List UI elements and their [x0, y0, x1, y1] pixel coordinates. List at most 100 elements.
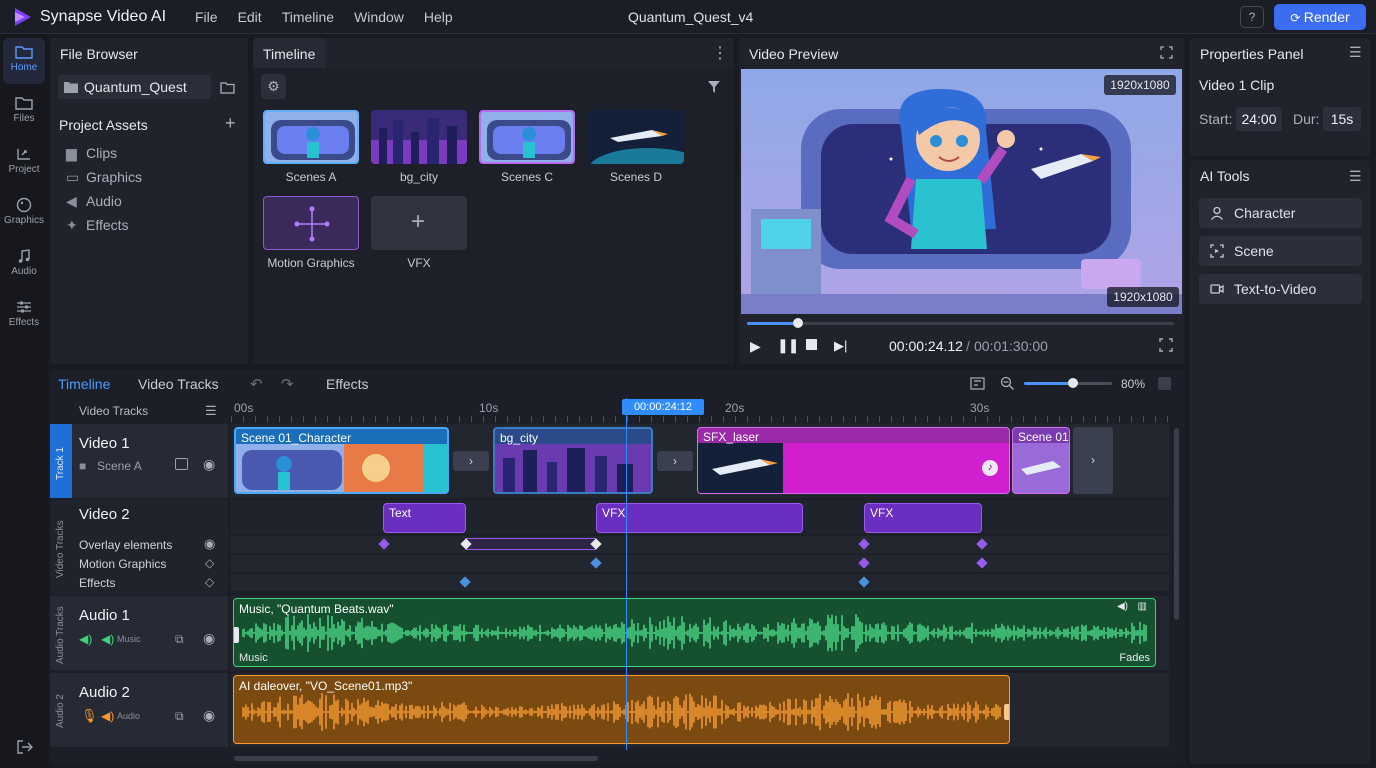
folder-selector[interactable]: Quantum_Quest: [58, 75, 211, 99]
clip-delete-icon[interactable]: ▥: [1138, 601, 1147, 612]
asset-thumb-vfx[interactable]: +: [371, 196, 467, 250]
filter-icon[interactable]: [707, 80, 721, 94]
person-icon: [1211, 206, 1223, 220]
asset-thumb-scenes-a[interactable]: [263, 110, 359, 164]
transition-arrow-icon[interactable]: ›: [657, 451, 693, 471]
transition-arrow-icon[interactable]: ›: [453, 451, 489, 471]
vertical-scrollbar[interactable]: [1174, 428, 1179, 620]
ai-character-button[interactable]: Character: [1199, 198, 1362, 228]
overlay-visibility-eye-icon[interactable]: ◉: [204, 536, 215, 552]
clip-voiceover[interactable]: AI daleover, "VO_Scene01.mp3": [233, 675, 1010, 744]
microphone-icon[interactable]: 🎙: [81, 708, 98, 724]
zoom-out-icon[interactable]: [1000, 376, 1015, 391]
rail-label-home: Home: [10, 62, 38, 73]
redo-icon[interactable]: ↷: [281, 375, 294, 393]
logout-icon[interactable]: [16, 739, 34, 755]
transition-arrow-icon[interactable]: ›: [1073, 427, 1113, 494]
visibility-eye-icon[interactable]: ◉: [203, 630, 215, 647]
menu-window[interactable]: Window: [354, 9, 404, 25]
trim-handle-right[interactable]: [1004, 704, 1009, 720]
horizontal-scrollbar[interactable]: [234, 756, 598, 761]
menu-help[interactable]: Help: [424, 9, 453, 25]
tree-item-effects[interactable]: ✦ Effects: [66, 217, 129, 234]
menu-edit[interactable]: Edit: [238, 9, 262, 25]
track-options-icon[interactable]: [1158, 377, 1171, 390]
zoom-slider[interactable]: [1024, 378, 1112, 388]
fullscreen-icon[interactable]: [1159, 338, 1173, 352]
speaker-icon[interactable]: ◀): [79, 632, 92, 646]
track-sub-audio-1: Music: [117, 634, 141, 644]
ai-scene-button[interactable]: Scene: [1199, 236, 1362, 266]
editor-tab-timeline[interactable]: Timeline: [58, 376, 110, 392]
scene-c-preview-image: [481, 112, 573, 162]
playhead-time-badge[interactable]: 00:00:24:12: [622, 399, 704, 415]
render-button[interactable]: ⟳ Render: [1274, 4, 1366, 30]
more-options-icon[interactable]: ⋮: [712, 43, 728, 63]
asset-thumb-bg-city[interactable]: [371, 110, 467, 164]
help-button[interactable]: ?: [1240, 6, 1264, 28]
rail-item-files[interactable]: Files: [3, 89, 45, 135]
rail-item-audio[interactable]: Audio: [3, 242, 45, 288]
clip-sfx-laser[interactable]: SFX_laser ♪: [697, 427, 1010, 494]
clip-fx-icon[interactable]: ♪: [982, 460, 998, 476]
motion-graphics-keyframe-icon[interactable]: ◇: [205, 556, 214, 570]
menu-timeline[interactable]: Timeline: [282, 9, 334, 25]
track-head-audio-1[interactable]: Audio Tracks Audio 1 ◀) ◀) Music ⧉ ◉: [50, 596, 228, 670]
preview-scrubber[interactable]: [747, 318, 1174, 328]
resolution-badge-top: 1920x1080: [1104, 75, 1176, 95]
properties-menu-icon[interactable]: ☰: [1349, 44, 1362, 61]
play-icon[interactable]: ▶: [750, 338, 761, 355]
editor-tab-video-tracks[interactable]: Video Tracks: [138, 376, 219, 392]
clip-volume-icon[interactable]: ◀): [1117, 601, 1128, 612]
clip-label-text: Text: [389, 506, 412, 520]
ai-tools-menu-icon[interactable]: ☰: [1349, 168, 1362, 185]
tracks-menu-icon[interactable]: ☰: [205, 403, 217, 419]
clip-bg-city[interactable]: bg_city: [493, 427, 653, 494]
pause-icon[interactable]: ❚❚: [777, 337, 799, 354]
clip-scene-01-character[interactable]: Scene 01_Character: [234, 427, 449, 494]
add-asset-icon[interactable]: +: [225, 113, 236, 134]
editor-tab-effects[interactable]: Effects: [326, 376, 369, 392]
menu-file[interactable]: File: [195, 9, 218, 25]
skip-forward-icon[interactable]: ▶|: [834, 338, 847, 354]
settings-gear-icon[interactable]: ⚙: [261, 74, 286, 99]
clip-vfx-1[interactable]: VFX: [596, 503, 803, 533]
clip-text[interactable]: Text: [383, 503, 466, 533]
open-folder-icon[interactable]: [220, 81, 235, 94]
snap-icon[interactable]: [970, 377, 985, 390]
asset-thumb-scenes-c[interactable]: [479, 110, 575, 164]
track-head-audio-2[interactable]: Audio 2 Audio 2 🎙 ◀) Audio ⧉ ◉: [50, 673, 228, 747]
rail-item-effects[interactable]: Effects: [3, 293, 45, 339]
duration-field[interactable]: 15s: [1323, 107, 1361, 131]
clip-music[interactable]: Music, "Quantum Beats.wav" Music Fades ◀…: [233, 598, 1156, 667]
track-head-video-1[interactable]: Track 1 Video 1 ■ Scene A ◉: [50, 424, 228, 498]
rail-item-home[interactable]: Home: [3, 38, 45, 84]
clip-label-sfx-laser: SFX_laser: [703, 430, 760, 444]
tree-item-graphics[interactable]: ▭ Graphics: [66, 169, 142, 186]
link-icon[interactable]: ⧉: [175, 709, 184, 724]
start-field[interactable]: 24:00: [1236, 107, 1282, 131]
asset-label-motion-graphics: Motion Graphics: [267, 256, 355, 270]
clip-vfx-2[interactable]: VFX: [864, 503, 982, 533]
visibility-eye-icon[interactable]: ◉: [203, 707, 215, 724]
playhead-line[interactable]: [626, 398, 627, 750]
asset-thumb-scenes-d[interactable]: [588, 110, 684, 164]
link-icon[interactable]: ⧉: [175, 632, 184, 647]
tree-item-audio[interactable]: ◀ Audio: [66, 193, 122, 210]
trim-handle-left[interactable]: [234, 627, 239, 643]
timeline-assets-title: Timeline: [263, 46, 316, 62]
stop-icon[interactable]: [806, 339, 817, 350]
visibility-eye-icon[interactable]: ◉: [203, 456, 215, 473]
keyframe-range[interactable]: [466, 538, 596, 550]
folder-icon: [15, 97, 33, 110]
expand-icon[interactable]: [1160, 46, 1173, 59]
effects-keyframe-icon[interactable]: ◇: [205, 575, 214, 589]
rail-item-project[interactable]: Project: [3, 140, 45, 186]
clip-scene-01[interactable]: Scene 01: [1012, 427, 1070, 494]
tree-item-clips[interactable]: ▆ Clips: [66, 145, 117, 162]
undo-icon[interactable]: ↶: [250, 375, 263, 393]
track-thumbnail-toggle-icon[interactable]: [175, 458, 188, 470]
rail-item-graphics[interactable]: Graphics: [3, 191, 45, 237]
ai-text-to-video-button[interactable]: Text-to-Video: [1199, 274, 1362, 304]
asset-thumb-motion-graphics[interactable]: [263, 196, 359, 250]
